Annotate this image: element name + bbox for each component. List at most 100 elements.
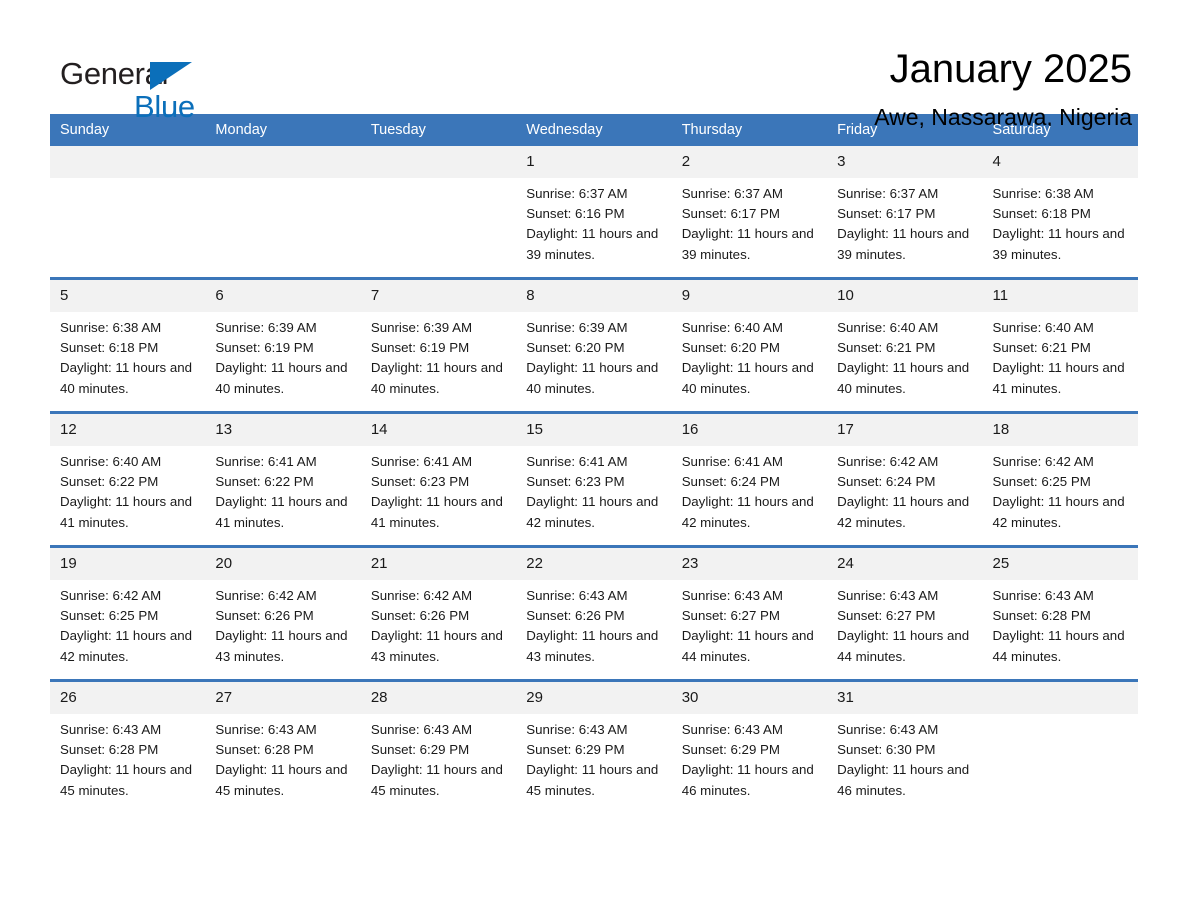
calendar-day-cell[interactable]: 15 Sunrise: 6:41 AM Sunset: 6:23 PM Dayligh… — [516, 412, 672, 547]
calendar-week-row: 19 Sunrise: 6:42 AM Sunset: 6:25 PM Dayligh… — [50, 546, 1138, 681]
calendar-day-cell[interactable]: 28 Sunrise: 6:43 AM Sunset: 6:29 PM Dayligh… — [360, 680, 517, 813]
calendar-day-cell[interactable]: 16 Sunrise: 6:41 AM Sunset: 6:24 PM Dayligh… — [671, 412, 828, 547]
calendar-day-content: 8 Sunrise: 6:39 AM Sunset: 6:20 PM Daylight… — [516, 280, 672, 411]
calendar-day-cell[interactable]: 7 Sunrise: 6:39 AM Sunset: 6:19 PM Daylight… — [360, 278, 517, 413]
sunrise-text: Sunrise: 6:42 AM — [992, 454, 1094, 469]
day-sun-info: Sunrise: 6:41 AM Sunset: 6:22 PM Daylight:… — [205, 446, 360, 533]
day-sun-info: Sunrise: 6:39 AM Sunset: 6:19 PM Daylight:… — [361, 312, 516, 399]
logo-triangle-icon — [150, 62, 192, 90]
sunset-text: Sunset: 6:28 PM — [60, 742, 159, 758]
day-sun-info: Sunrise: 6:41 AM Sunset: 6:24 PM Daylight:… — [672, 446, 827, 533]
calendar-body: 1 Sunrise: 6:37 AM Sunset: 6:16 PM Daylight… — [50, 146, 1138, 813]
calendar-day-cell[interactable]: 4 Sunrise: 6:38 AM Sunset: 6:18 PM Daylight… — [982, 146, 1138, 279]
daylight-text: Daylight: 11 hours and 40 minutes. — [526, 360, 659, 396]
day-sun-info: Sunrise: 6:43 AM Sunset: 6:29 PM Daylight:… — [516, 714, 671, 801]
sunrise-text: Sunrise: 6:43 AM — [60, 722, 162, 737]
calendar-day-cell[interactable]: 25 Sunrise: 6:43 AM Sunset: 6:28 PM Dayligh… — [982, 546, 1138, 681]
calendar-week-row: 26 Sunrise: 6:43 AM Sunset: 6:28 PM Dayligh… — [50, 680, 1138, 813]
sunrise-text: Sunrise: 6:43 AM — [837, 722, 939, 737]
calendar-day-content: 15 Sunrise: 6:41 AM Sunset: 6:23 PM Dayligh… — [516, 414, 672, 545]
daylight-text: Daylight: 11 hours and 46 minutes. — [681, 762, 814, 798]
calendar-day-cell[interactable]: 6 Sunrise: 6:39 AM Sunset: 6:19 PM Daylight… — [205, 278, 361, 413]
sunrise-text: Sunrise: 6:42 AM — [837, 454, 939, 469]
sunrise-text: Sunrise: 6:43 AM — [526, 722, 628, 737]
daylight-text: Daylight: 11 hours and 45 minutes. — [526, 762, 659, 798]
calendar-day-cell[interactable]: 8 Sunrise: 6:39 AM Sunset: 6:20 PM Daylight… — [516, 278, 672, 413]
sunset-text: Sunset: 6:26 PM — [370, 608, 470, 624]
calendar-day-cell[interactable]: 21 Sunrise: 6:42 AM Sunset: 6:26 PM Dayligh… — [360, 546, 517, 681]
sunset-text: Sunset: 6:28 PM — [992, 608, 1091, 624]
day-number: 29 — [516, 682, 672, 714]
daylight-text: Daylight: 11 hours and 40 minutes. — [215, 360, 348, 396]
day-sun-info: Sunrise: 6:43 AM Sunset: 6:28 PM Daylight:… — [205, 714, 360, 801]
day-number: 5 — [50, 280, 206, 312]
calendar-day-cell[interactable]: 2 Sunrise: 6:37 AM Sunset: 6:17 PM Daylight… — [671, 146, 828, 279]
calendar-day-content: 28 Sunrise: 6:43 AM Sunset: 6:29 PM Dayligh… — [360, 682, 517, 813]
day-sun-info: Sunrise: 6:37 AM Sunset: 6:17 PM Daylight:… — [827, 178, 982, 265]
calendar-day-cell[interactable]: 5 Sunrise: 6:38 AM Sunset: 6:18 PM Daylight… — [50, 278, 206, 413]
calendar-day-cell[interactable]: 29 Sunrise: 6:43 AM Sunset: 6:29 PM Dayligh… — [516, 680, 672, 813]
sunrise-text: Sunrise: 6:41 AM — [370, 454, 473, 469]
daylight-text: Daylight: 11 hours and 39 minutes. — [992, 226, 1125, 262]
calendar-day-cell[interactable]: 22 Sunrise: 6:43 AM Sunset: 6:26 PM Dayligh… — [516, 546, 672, 681]
calendar-day-cell[interactable]: 19 Sunrise: 6:42 AM Sunset: 6:25 PM Dayligh… — [50, 546, 206, 681]
calendar-day-cell[interactable]: 12 Sunrise: 6:40 AM Sunset: 6:22 PM Dayligh… — [50, 412, 206, 547]
calendar-day-cell[interactable]: 30 Sunrise: 6:43 AM Sunset: 6:29 PM Dayligh… — [671, 680, 828, 813]
day-number — [982, 682, 1138, 714]
day-number: 2 — [671, 146, 828, 178]
day-number: 22 — [516, 548, 672, 580]
day-number: 10 — [827, 280, 983, 312]
generalblue-logo[interactable]: General Blue — [50, 48, 250, 128]
sunset-text: Sunset: 6:17 PM — [837, 206, 936, 222]
calendar-week-row: 12 Sunrise: 6:40 AM Sunset: 6:22 PM Dayligh… — [50, 412, 1138, 547]
sunset-text: Sunset: 6:17 PM — [681, 206, 780, 222]
calendar-day-cell[interactable]: 10 Sunrise: 6:40 AM Sunset: 6:21 PM Dayligh… — [827, 278, 983, 413]
daylight-text: Daylight: 11 hours and 42 minutes. — [837, 494, 970, 530]
day-sun-info: Sunrise: 6:42 AM Sunset: 6:25 PM Daylight:… — [50, 580, 205, 667]
daylight-text: Daylight: 11 hours and 42 minutes. — [681, 494, 814, 530]
calendar-day-cell[interactable]: 3 Sunrise: 6:37 AM Sunset: 6:17 PM Daylight… — [827, 146, 983, 279]
calendar-day-cell[interactable]: 27 Sunrise: 6:43 AM Sunset: 6:28 PM Dayligh… — [205, 680, 361, 813]
sunrise-text: Sunrise: 6:41 AM — [681, 454, 783, 469]
calendar-day-cell[interactable]: 24 Sunrise: 6:43 AM Sunset: 6:27 PM Dayligh… — [827, 546, 983, 681]
day-sun-info: Sunrise: 6:42 AM Sunset: 6:24 PM Daylight:… — [827, 446, 982, 533]
calendar-day-content: 10 Sunrise: 6:40 AM Sunset: 6:21 PM Dayligh… — [827, 280, 983, 411]
day-sun-info: Sunrise: 6:43 AM Sunset: 6:27 PM Daylight:… — [827, 580, 982, 667]
day-sun-info: Sunrise: 6:43 AM Sunset: 6:29 PM Daylight:… — [672, 714, 827, 801]
calendar-day-cell[interactable]: 31 Sunrise: 6:43 AM Sunset: 6:30 PM Dayligh… — [827, 680, 983, 813]
calendar-day-cell — [982, 680, 1138, 813]
daylight-text: Daylight: 11 hours and 42 minutes. — [992, 494, 1125, 530]
sunset-text: Sunset: 6:18 PM — [60, 340, 159, 356]
calendar-day-cell[interactable]: 1 Sunrise: 6:37 AM Sunset: 6:16 PM Daylight… — [516, 146, 672, 279]
calendar-day-content: 11 Sunrise: 6:40 AM Sunset: 6:21 PM Dayligh… — [982, 280, 1138, 411]
day-number: 21 — [360, 548, 517, 580]
calendar-week-row: 1 Sunrise: 6:37 AM Sunset: 6:16 PM Daylight… — [50, 146, 1138, 279]
day-sun-info: Sunrise: 6:41 AM Sunset: 6:23 PM Daylight:… — [516, 446, 671, 533]
calendar-day-cell[interactable]: 20 Sunrise: 6:42 AM Sunset: 6:26 PM Dayligh… — [205, 546, 361, 681]
daylight-text: Daylight: 11 hours and 44 minutes. — [837, 628, 970, 664]
sunset-text: Sunset: 6:22 PM — [215, 474, 314, 490]
daylight-text: Daylight: 11 hours and 45 minutes. — [60, 762, 193, 798]
weekday-header-thursday: Thursday — [671, 114, 828, 146]
calendar-day-cell[interactable]: 13 Sunrise: 6:41 AM Sunset: 6:22 PM Dayligh… — [205, 412, 361, 547]
calendar-day-cell[interactable]: 26 Sunrise: 6:43 AM Sunset: 6:28 PM Dayligh… — [50, 680, 206, 813]
daylight-text: Daylight: 11 hours and 39 minutes. — [837, 226, 970, 262]
calendar-day-cell[interactable]: 18 Sunrise: 6:42 AM Sunset: 6:25 PM Dayligh… — [982, 412, 1138, 547]
calendar-day-cell[interactable]: 14 Sunrise: 6:41 AM Sunset: 6:23 PM Dayligh… — [360, 412, 517, 547]
calendar-day-cell[interactable]: 11 Sunrise: 6:40 AM Sunset: 6:21 PM Dayligh… — [982, 278, 1138, 413]
calendar-day-cell[interactable]: 23 Sunrise: 6:43 AM Sunset: 6:27 PM Dayligh… — [671, 546, 828, 681]
day-sun-info: Sunrise: 6:40 AM Sunset: 6:21 PM Daylight:… — [983, 312, 1138, 399]
day-number: 6 — [205, 280, 361, 312]
sunset-text: Sunset: 6:21 PM — [992, 340, 1091, 356]
calendar-day-cell[interactable]: 17 Sunrise: 6:42 AM Sunset: 6:24 PM Dayligh… — [827, 412, 983, 547]
calendar-day-content: 12 Sunrise: 6:40 AM Sunset: 6:22 PM Dayligh… — [50, 414, 206, 545]
sunrise-text: Sunrise: 6:43 AM — [837, 588, 939, 603]
sunrise-text: Sunrise: 6:38 AM — [60, 320, 162, 335]
sunrise-text: Sunrise: 6:40 AM — [60, 454, 162, 469]
day-sun-info: Sunrise: 6:37 AM Sunset: 6:17 PM Daylight:… — [672, 178, 827, 265]
calendar-day-content: 21 Sunrise: 6:42 AM Sunset: 6:26 PM Dayligh… — [360, 548, 517, 679]
calendar-day-cell[interactable]: 9 Sunrise: 6:40 AM Sunset: 6:20 PM Daylight… — [671, 278, 828, 413]
day-number: 27 — [205, 682, 361, 714]
sunrise-text: Sunrise: 6:43 AM — [681, 722, 783, 737]
day-sun-info: Sunrise: 6:43 AM Sunset: 6:27 PM Daylight:… — [672, 580, 827, 667]
